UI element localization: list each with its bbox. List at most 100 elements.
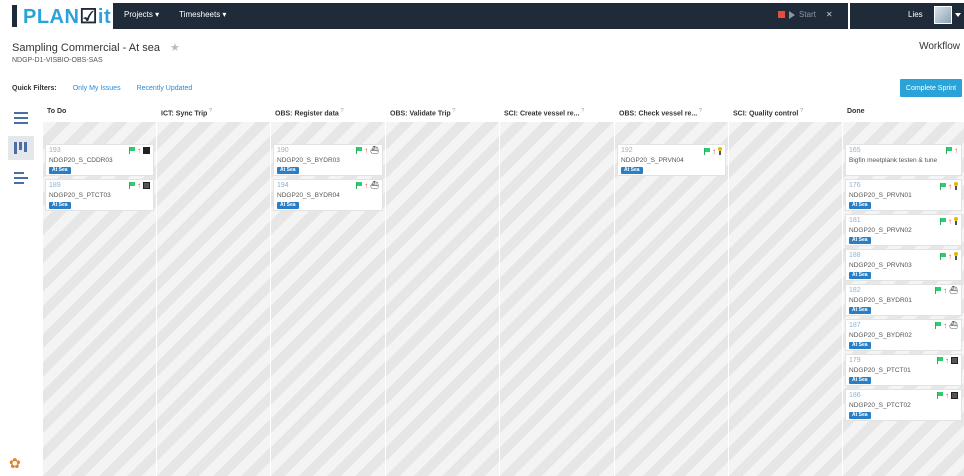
issue-key[interactable]: 192	[621, 147, 633, 154]
issue-key[interactable]: 187	[849, 322, 861, 329]
issue-key[interactable]: 194	[277, 182, 289, 189]
card-icons: ↑ ⛴	[356, 181, 379, 190]
status-badge: At Sea	[621, 167, 643, 174]
flag-icon	[946, 147, 952, 154]
column-header: ICT: Sync Trip ?	[157, 104, 270, 122]
issue-card[interactable]: 193 ↑ NDGP20_S_CDDR03 At Sea	[45, 144, 154, 176]
status-badge: At Sea	[49, 202, 71, 209]
column-header: SCI: Quality control ?	[729, 104, 842, 122]
issue-key[interactable]: 186	[849, 392, 861, 399]
priority-up-icon: ↑	[137, 181, 141, 190]
board-column: OBS: Validate Trip ?	[386, 104, 499, 476]
calendar-icon	[951, 392, 958, 399]
gear-icon[interactable]: ✿	[9, 455, 21, 472]
page-title: Sampling Commercial - At sea	[12, 41, 160, 54]
flag-icon	[129, 147, 135, 154]
play-icon[interactable]	[789, 10, 795, 19]
issue-card[interactable]: 188 ↑ NDGP20_S_PRVN03 At Sea	[845, 249, 962, 281]
priority-up-icon: ↑	[943, 321, 948, 330]
column-body[interactable]	[157, 122, 270, 476]
issue-card[interactable]: 187 ↑ ⛴ NDGP20_S_BYDR02 At Sea	[845, 319, 962, 351]
user-name[interactable]: Lies	[908, 10, 923, 19]
column-title: OBS: Check vessel re...	[619, 110, 698, 118]
help-icon[interactable]: ?	[451, 108, 455, 114]
complete-sprint-button[interactable]: Complete Sprint	[900, 79, 962, 97]
nav-projects[interactable]: Projects ▾	[124, 10, 159, 19]
column-body[interactable]	[386, 122, 499, 476]
column-body[interactable]	[500, 122, 614, 476]
priority-up-icon: ↑	[364, 181, 369, 190]
issue-key[interactable]: 190	[277, 147, 289, 154]
issue-card[interactable]: 165 ↑ Bigfin meetplank testen & tune	[845, 144, 962, 176]
help-icon[interactable]: ?	[798, 108, 803, 114]
top-navigation-bar: PLAN☑it Projects ▾ Timesheets ▾ Start ✕ …	[0, 0, 964, 32]
chevron-down-icon[interactable]	[955, 13, 961, 17]
issue-summary: NDGP20_S_PRVN02	[849, 227, 912, 234]
issue-key[interactable]: 188	[849, 252, 861, 259]
card-icons: ↑	[937, 357, 958, 365]
issue-card[interactable]: 190 ↑ ⛴ NDGP20_S_BYDR03 At Sea	[273, 144, 383, 176]
board-column: OBS: Check vessel re... ? 192 ↑ NDGP20_S_PR…	[615, 104, 728, 476]
issue-summary: NDGP20_S_PTCT02	[849, 402, 911, 409]
issue-card[interactable]: 192 ↑ NDGP20_S_PRVN04 At Sea	[617, 144, 726, 176]
board-column: OBS: Register data ? 190 ↑ ⛴ NDGP20_S_BYDR03…	[271, 104, 385, 476]
issue-card[interactable]: 182 ↑ ⛴ NDGP20_S_BYDR01 At Sea	[845, 284, 962, 316]
timer-start-label[interactable]: Start	[799, 10, 816, 19]
column-title: OBS: Register data	[275, 110, 339, 118]
column-body[interactable]: 192 ↑ NDGP20_S_PRVN04 At Sea	[615, 122, 728, 476]
flag-icon	[935, 322, 942, 329]
avatar[interactable]	[934, 6, 952, 24]
card-icons: ↑	[940, 217, 958, 225]
priority-up-icon: ↑	[948, 181, 952, 191]
issue-key[interactable]: 165	[849, 147, 861, 154]
issue-key[interactable]: 181	[849, 217, 861, 224]
status-badge: At Sea	[277, 202, 299, 209]
sidebar-item-backlog[interactable]	[8, 106, 34, 130]
column-title: OBS: Validate Trip	[390, 110, 451, 118]
card-icons: ↑	[129, 181, 150, 190]
column-body[interactable]: 190 ↑ ⛴ NDGP20_S_BYDR03 At Sea 194 ↑ ⛴ NDGP20_S_…	[271, 122, 385, 476]
filter-recently-updated[interactable]: Recently Updated	[137, 85, 193, 92]
help-icon[interactable]: ?	[697, 108, 702, 114]
help-icon[interactable]: ?	[580, 108, 584, 114]
column-header: OBS: Validate Trip ?	[386, 104, 499, 122]
nav-timesheets[interactable]: Timesheets ▾	[179, 10, 226, 19]
column-title: ICT: Sync Trip	[161, 110, 208, 118]
workflow-link[interactable]: Workflow	[919, 41, 960, 52]
status-badge: At Sea	[849, 202, 871, 209]
issue-card[interactable]: 194 ↑ ⛴ NDGP20_S_BYDR04 At Sea	[273, 179, 383, 211]
issue-card[interactable]: 189 ↑ NDGP20_S_PTCT03 At Sea	[45, 179, 154, 211]
board-column: SCI: Create vessel re... ?	[500, 104, 614, 476]
flag-icon	[356, 147, 363, 154]
issue-card[interactable]: 176 ↑ NDGP20_S_PRVN01 At Sea	[845, 179, 962, 211]
help-icon[interactable]: ?	[207, 108, 212, 114]
filter-only-my-issues[interactable]: Only My Issues	[73, 85, 121, 92]
column-body[interactable]: 193 ↑ NDGP20_S_CDDR03 At Sea 189 ↑ NDGP20_S_PT…	[43, 122, 156, 476]
issue-card[interactable]: 186 ↑ NDGP20_S_PTCT02 At Sea	[845, 389, 962, 421]
help-icon[interactable]: ?	[339, 108, 343, 114]
sidebar-item-board[interactable]	[8, 136, 34, 160]
logo-bar	[12, 5, 17, 27]
issue-card[interactable]: 181 ↑ NDGP20_S_PRVN02 At Sea	[845, 214, 962, 246]
card-icons: ↑	[129, 147, 150, 155]
status-badge: At Sea	[849, 412, 871, 419]
flag-icon	[356, 182, 363, 189]
issue-key[interactable]: 189	[49, 182, 61, 189]
main-nav: Projects ▾ Timesheets ▾	[124, 10, 226, 19]
close-icon[interactable]: ✕	[826, 10, 833, 19]
sidebar-item-reports[interactable]	[8, 166, 34, 190]
calendar-icon	[143, 182, 150, 189]
flag-icon	[940, 217, 946, 225]
issue-card[interactable]: 179 ↑ NDGP20_S_PTCT01 At Sea	[845, 354, 962, 386]
issue-key[interactable]: 179	[849, 357, 861, 364]
pin-icon	[954, 182, 958, 190]
column-body[interactable]	[729, 122, 842, 476]
column-body[interactable]: 165 ↑ Bigfin meetplank testen & tune 176 ↑ ND…	[843, 122, 964, 476]
card-icons: ↑ ⛴	[935, 287, 958, 295]
issue-key[interactable]: 176	[849, 182, 861, 189]
issue-key[interactable]: 182	[849, 287, 861, 294]
star-icon[interactable]: ★	[170, 41, 180, 54]
card-icons: ↑	[940, 252, 958, 260]
issue-key[interactable]: 193	[49, 147, 61, 154]
planit-logo[interactable]: PLAN☑it	[12, 4, 111, 28]
